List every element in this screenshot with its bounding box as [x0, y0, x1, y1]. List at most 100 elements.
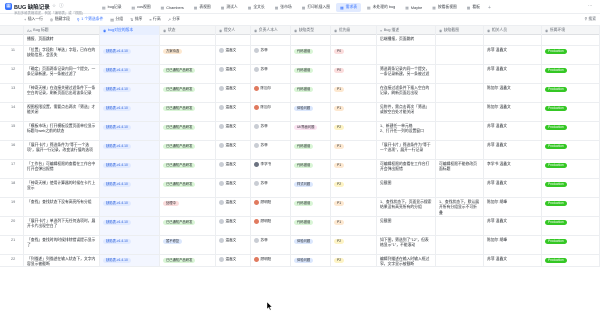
cell-screenshot[interactable] — [436, 122, 484, 140]
toolbar-button-3[interactable]: ▤ 分组 — [110, 17, 123, 22]
cell-title[interactable]: 「展开卡片」筛选条件为"等于一个选项"，展开一行记录，改变该行值的选项 — [24, 141, 100, 159]
cell-type[interactable]: 代码错误 — [291, 141, 331, 159]
cell-env[interactable]: Production — [542, 179, 600, 197]
cell-title[interactable]: 「查找」查找状态下没有高亮所有分组 — [24, 198, 100, 216]
column-header-5[interactable]: ◉ 缺陷类型 — [291, 26, 331, 35]
cell-title[interactable]: 「列描述」列描述在输入状态下，文字内容显示被截断 — [24, 255, 100, 266]
toolbar-button-4[interactable]: ⇅ 排序 — [130, 17, 142, 22]
cell-version[interactable]: 缺陷表-v1.4.10 — [100, 179, 160, 197]
column-header-9[interactable]: ◉ 相关人员 — [484, 26, 542, 35]
cell-desc[interactable]: 编辑列描述在输入时输入框过窄，文字显示被截断 — [377, 255, 436, 266]
table-row[interactable]: 15 「模板市场」打开模板设置页面单位显示标题与web之前的状态 缺陷表-v1.4.… — [0, 122, 600, 141]
cell-screenshot[interactable] — [436, 35, 484, 45]
search-button[interactable]: ⚲ 搜索 — [585, 16, 596, 22]
cell-owner[interactable]: 苏菲 — [251, 236, 291, 254]
column-header-3[interactable]: ◉ 提交人 — [216, 26, 251, 35]
cell-people[interactable]: 苏菲 温鑫文 — [484, 46, 542, 64]
table-row[interactable]: 14 视图权限设置，需要点击两次「筛选」才能关闭 缺陷表-v1.4.10 已已通知产品… — [0, 103, 600, 122]
cell-people[interactable]: 陈加尔 温鑫文 — [484, 84, 542, 102]
cell-desc[interactable]: 「展开卡片」筛选条件为"等于一个选项"，展开一行记录 — [377, 141, 436, 159]
cell-type[interactable]: UI/界面问题 — [291, 122, 331, 140]
cell-version[interactable]: 缺陷表-v1.4.10 — [100, 160, 160, 178]
cell-type[interactable]: 代码错误 — [291, 198, 331, 216]
cell-submitter[interactable]: 温鑫文 — [216, 141, 251, 159]
cell-priority[interactable]: P1 — [331, 198, 377, 216]
cell-type[interactable]: 代码错误 — [291, 217, 331, 235]
toolbar-button-5[interactable]: ≡ 行高 — [149, 17, 160, 22]
toolbar-button-6[interactable]: ↗ 分享 — [168, 17, 180, 22]
cell-people[interactable]: 陈加尔 胡峰 — [484, 236, 542, 254]
cell-priority[interactable]: P0 — [331, 46, 377, 64]
cell-desc[interactable]: 可编辑权限的查看在工作台打开会弹出报错 — [377, 160, 436, 178]
cell-owner[interactable]: 苏菲 — [251, 141, 291, 159]
cell-submitter[interactable]: 温鑫文 — [216, 65, 251, 83]
cell-owner[interactable]: 李学书 — [251, 160, 291, 178]
cell-type[interactable]: 体验问题 — [291, 103, 331, 121]
cell-title[interactable]: 播报、页面跳转 — [24, 35, 100, 45]
cell-submitter[interactable]: 温鑫文 — [216, 122, 251, 140]
cell-status[interactable] — [160, 35, 216, 45]
cell-status[interactable]: 方案待选 — [160, 46, 216, 64]
cell-submitter[interactable]: 温鑫文 — [216, 217, 251, 235]
cell-type[interactable]: 体验问题 — [291, 236, 331, 254]
cell-type[interactable]: 代码错误 — [291, 46, 331, 64]
cell-priority[interactable]: P1 — [331, 141, 377, 159]
cell-type[interactable] — [291, 35, 331, 45]
cell-people[interactable]: 李学书 温鑫文 — [484, 160, 542, 178]
cell-env[interactable]: Production — [542, 141, 600, 159]
cell-env[interactable]: Production — [542, 236, 600, 254]
cell-env[interactable]: Production — [542, 65, 600, 83]
cell-owner[interactable]: 苏菲 — [251, 179, 291, 197]
cell-people[interactable] — [484, 35, 542, 45]
cell-owner[interactable]: 陈加尔 — [251, 103, 291, 121]
tab-6[interactable]: ▦ 张市场 — [271, 3, 296, 12]
cell-screenshot[interactable] — [436, 103, 484, 121]
table-row[interactable]: 16 「展开卡片」筛选条件为"等于一个选项"，展开一行记录，改变该行值的选项 缺陷表… — [0, 141, 600, 160]
cell-env[interactable]: Production — [542, 84, 600, 102]
info-icon[interactable]: ⓘ — [59, 3, 64, 9]
cell-screenshot[interactable] — [436, 179, 484, 197]
cell-env[interactable]: Production — [542, 217, 600, 235]
cell-version[interactable]: 缺陷表-v1.4.10 — [100, 84, 160, 102]
cell-status[interactable]: 已已通知产品研发 — [160, 217, 216, 235]
cell-env[interactable]: Production — [542, 198, 600, 216]
tab-12[interactable]: ▦ 看板 — [463, 3, 484, 12]
cell-priority[interactable] — [331, 35, 377, 45]
cell-desc[interactable]: 筛选两条记录内同一个提交，一条记录新建，另一条被过滤 — [377, 65, 436, 83]
cell-status[interactable]: 已已通知产品研发 — [160, 179, 216, 197]
cell-version[interactable]: 缺陷表-v1.4.10 — [100, 141, 160, 159]
cell-screenshot[interactable] — [436, 255, 484, 266]
cell-screenshot[interactable] — [436, 236, 484, 254]
cell-version[interactable]: 缺陷表-v1.4.10 — [100, 236, 160, 254]
tab-5[interactable]: ▦ 全文长 — [244, 3, 269, 12]
cell-version[interactable]: 缺陷表-v1.4.10 — [100, 255, 160, 266]
tab-10[interactable]: ▦ Maybe — [401, 3, 426, 12]
table-row[interactable]: 18 「神奇天梯」使用计算器的时候在卡片上显示 缺陷表-v1.4.10 已已通知产品研… — [0, 179, 600, 198]
star-icon[interactable]: ☆ — [52, 3, 56, 9]
table-row[interactable]: 12 「确定」页面两条记录内同一个提交，一条记录新建，另一条被过滤了 缺陷表-v1.… — [0, 65, 600, 84]
cell-owner[interactable]: 陈加尔 — [251, 84, 291, 102]
cell-type[interactable]: 代码错误 — [291, 160, 331, 178]
cell-owner[interactable]: 苏菲 — [251, 65, 291, 83]
toolbar-button-2[interactable]: ⚲ 1 个筛选条件 — [77, 17, 103, 22]
cell-status[interactable]: 已已通知产品研发 — [160, 84, 216, 102]
cell-version[interactable]: 缺陷表-v1.4.10 — [100, 217, 160, 235]
cell-env[interactable]: Production — [542, 122, 600, 140]
cell-title[interactable]: 「查找」查找时的时候排除错误提示显示了 — [24, 236, 100, 254]
cell-people[interactable]: 苏菲 温鑫文 — [484, 217, 542, 235]
cell-desc[interactable]: 见截图 — [377, 217, 436, 235]
cell-desc[interactable]: 如下图，筛选到了"12"，但表格显示"1"，不能滚动 — [377, 236, 436, 254]
cell-screenshot[interactable]: 可编辑权限不能修改页面标题 — [436, 160, 484, 178]
cell-type[interactable]: 样式问题 — [291, 179, 331, 197]
cell-screenshot[interactable] — [436, 141, 484, 159]
add-view-icon[interactable]: + — [488, 5, 491, 11]
cell-screenshot[interactable] — [436, 46, 484, 64]
cell-type[interactable]: 代码错误 — [291, 84, 331, 102]
table-row[interactable]: 22 「列描述」列描述在输入状态下，文字内容显示被截断 缺陷表-v1.4.10 已已通… — [0, 255, 600, 266]
cell-screenshot[interactable] — [436, 65, 484, 83]
cell-submitter[interactable]: 温鑫文 — [216, 179, 251, 197]
cell-people[interactable]: 苏菲 温鑫文 — [484, 179, 542, 197]
cell-status[interactable]: 处理中 — [160, 198, 216, 216]
cell-screenshot[interactable]: 1、查找状态下，默认展开所有分组显示不可折叠 — [436, 198, 484, 216]
cell-version[interactable]: 缺陷表-v1.4.10 — [100, 46, 160, 64]
